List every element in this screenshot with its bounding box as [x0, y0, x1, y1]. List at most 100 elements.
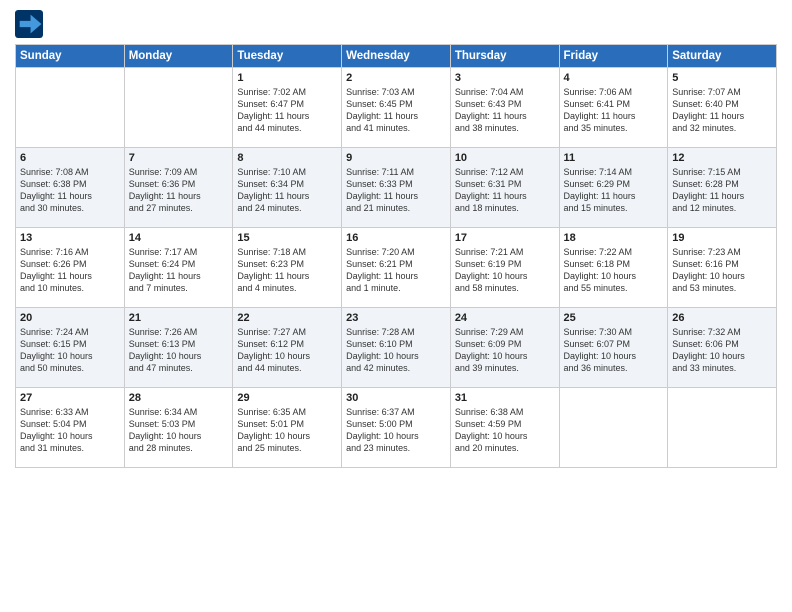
day-info: Sunrise: 7:26 AM Sunset: 6:13 PM Dayligh… — [129, 326, 229, 375]
weekday-header-monday: Monday — [124, 45, 233, 68]
weekday-header-row: SundayMondayTuesdayWednesdayThursdayFrid… — [16, 45, 777, 68]
weekday-header-tuesday: Tuesday — [233, 45, 342, 68]
calendar-cell: 26 Sunrise: 7:32 AM Sunset: 6:06 PM Dayli… — [668, 308, 777, 388]
day-info: Sunrise: 7:09 AM Sunset: 6:36 PM Dayligh… — [129, 166, 229, 215]
calendar-week-row: 20Sunrise: 7:24 AM Sunset: 6:15 PM Dayli… — [16, 308, 777, 388]
calendar-cell: 6 Sunrise: 7:08 AM Sunset: 6:38 PM Daylig… — [16, 148, 125, 228]
calendar-cell: 16 Sunrise: 7:20 AM Sunset: 6:21 PM Dayli… — [342, 228, 451, 308]
weekday-header-thursday: Thursday — [450, 45, 559, 68]
day-info: Sunrise: 7:03 AM Sunset: 6:45 PM Dayligh… — [346, 86, 446, 135]
calendar-cell — [559, 388, 668, 468]
day-info: Sunrise: 7:18 AM Sunset: 6:23 PM Dayligh… — [237, 246, 337, 295]
day-info: Sunrise: 7:08 AM Sunset: 6:38 PM Dayligh… — [20, 166, 120, 215]
day-info: Sunrise: 7:24 AM Sunset: 6:15 PM Dayligh… — [20, 326, 120, 375]
day-info: Sunrise: 7:07 AM Sunset: 6:40 PM Dayligh… — [672, 86, 772, 135]
calendar-cell: 23 Sunrise: 7:28 AM Sunset: 6:10 PM Dayli… — [342, 308, 451, 388]
calendar-week-row: 6 Sunrise: 7:08 AM Sunset: 6:38 PM Daylig… — [16, 148, 777, 228]
calendar-cell: 12Sunrise: 7:15 AM Sunset: 6:28 PM Dayli… — [668, 148, 777, 228]
day-number: 9 — [346, 152, 446, 164]
day-number: 28 — [129, 392, 229, 404]
calendar-cell: 15 Sunrise: 7:18 AM Sunset: 6:23 PM Dayli… — [233, 228, 342, 308]
day-info: Sunrise: 7:04 AM Sunset: 6:43 PM Dayligh… — [455, 86, 555, 135]
day-info: Sunrise: 7:12 AM Sunset: 6:31 PM Dayligh… — [455, 166, 555, 215]
day-info: Sunrise: 7:22 AM Sunset: 6:18 PM Dayligh… — [564, 246, 664, 295]
day-info: Sunrise: 7:06 AM Sunset: 6:41 PM Dayligh… — [564, 86, 664, 135]
calendar-cell: 31 Sunrise: 6:38 AM Sunset: 4:59 PM Dayli… — [450, 388, 559, 468]
day-number: 16 — [346, 232, 446, 244]
day-info: Sunrise: 7:10 AM Sunset: 6:34 PM Dayligh… — [237, 166, 337, 215]
main-container: SundayMondayTuesdayWednesdayThursdayFrid… — [0, 0, 792, 473]
day-info: Sunrise: 7:23 AM Sunset: 6:16 PM Dayligh… — [672, 246, 772, 295]
calendar-cell: 5 Sunrise: 7:07 AM Sunset: 6:40 PM Daylig… — [668, 68, 777, 148]
calendar-cell: 11Sunrise: 7:14 AM Sunset: 6:29 PM Dayli… — [559, 148, 668, 228]
calendar-week-row: 13Sunrise: 7:16 AM Sunset: 6:26 PM Dayli… — [16, 228, 777, 308]
calendar-cell: 29 Sunrise: 6:35 AM Sunset: 5:01 PM Dayli… — [233, 388, 342, 468]
day-number: 26 — [672, 312, 772, 324]
day-number: 21 — [129, 312, 229, 324]
calendar-cell: 14 Sunrise: 7:17 AM Sunset: 6:24 PM Dayli… — [124, 228, 233, 308]
day-number: 19 — [672, 232, 772, 244]
calendar-cell: 24Sunrise: 7:29 AM Sunset: 6:09 PM Dayli… — [450, 308, 559, 388]
day-info: Sunrise: 6:34 AM Sunset: 5:03 PM Dayligh… — [129, 406, 229, 455]
day-number: 11 — [564, 152, 664, 164]
calendar-week-row: 1Sunrise: 7:02 AM Sunset: 6:47 PM Daylig… — [16, 68, 777, 148]
day-info: Sunrise: 7:32 AM Sunset: 6:06 PM Dayligh… — [672, 326, 772, 375]
day-info: Sunrise: 7:17 AM Sunset: 6:24 PM Dayligh… — [129, 246, 229, 295]
day-info: Sunrise: 7:30 AM Sunset: 6:07 PM Dayligh… — [564, 326, 664, 375]
day-number: 1 — [237, 72, 337, 84]
calendar-cell: 1Sunrise: 7:02 AM Sunset: 6:47 PM Daylig… — [233, 68, 342, 148]
calendar-cell: 25 Sunrise: 7:30 AM Sunset: 6:07 PM Dayli… — [559, 308, 668, 388]
calendar-cell: 4 Sunrise: 7:06 AM Sunset: 6:41 PM Daylig… — [559, 68, 668, 148]
calendar-table: SundayMondayTuesdayWednesdayThursdayFrid… — [15, 44, 777, 468]
calendar-cell: 9Sunrise: 7:11 AM Sunset: 6:33 PM Daylig… — [342, 148, 451, 228]
day-number: 6 — [20, 152, 120, 164]
calendar-week-row: 27Sunrise: 6:33 AM Sunset: 5:04 PM Dayli… — [16, 388, 777, 468]
logo — [15, 10, 47, 38]
day-number: 17 — [455, 232, 555, 244]
calendar-cell: 27Sunrise: 6:33 AM Sunset: 5:04 PM Dayli… — [16, 388, 125, 468]
day-info: Sunrise: 7:20 AM Sunset: 6:21 PM Dayligh… — [346, 246, 446, 295]
day-number: 23 — [346, 312, 446, 324]
header — [15, 10, 777, 38]
calendar-cell: 19 Sunrise: 7:23 AM Sunset: 6:16 PM Dayli… — [668, 228, 777, 308]
day-number: 30 — [346, 392, 446, 404]
day-number: 18 — [564, 232, 664, 244]
day-info: Sunrise: 7:16 AM Sunset: 6:26 PM Dayligh… — [20, 246, 120, 295]
day-number: 29 — [237, 392, 337, 404]
day-number: 31 — [455, 392, 555, 404]
day-number: 5 — [672, 72, 772, 84]
day-number: 7 — [129, 152, 229, 164]
calendar-cell: 13Sunrise: 7:16 AM Sunset: 6:26 PM Dayli… — [16, 228, 125, 308]
day-info: Sunrise: 6:38 AM Sunset: 4:59 PM Dayligh… — [455, 406, 555, 455]
day-number: 15 — [237, 232, 337, 244]
day-number: 8 — [237, 152, 337, 164]
day-info: Sunrise: 7:28 AM Sunset: 6:10 PM Dayligh… — [346, 326, 446, 375]
calendar-cell: 30Sunrise: 6:37 AM Sunset: 5:00 PM Dayli… — [342, 388, 451, 468]
day-info: Sunrise: 6:35 AM Sunset: 5:01 PM Dayligh… — [237, 406, 337, 455]
calendar-cell — [16, 68, 125, 148]
day-number: 24 — [455, 312, 555, 324]
logo-icon — [15, 10, 43, 38]
weekday-header-sunday: Sunday — [16, 45, 125, 68]
weekday-header-friday: Friday — [559, 45, 668, 68]
calendar-cell: 7 Sunrise: 7:09 AM Sunset: 6:36 PM Daylig… — [124, 148, 233, 228]
calendar-cell: 3 Sunrise: 7:04 AM Sunset: 6:43 PM Daylig… — [450, 68, 559, 148]
calendar-cell: 28 Sunrise: 6:34 AM Sunset: 5:03 PM Dayli… — [124, 388, 233, 468]
calendar-cell: 20Sunrise: 7:24 AM Sunset: 6:15 PM Dayli… — [16, 308, 125, 388]
weekday-header-wednesday: Wednesday — [342, 45, 451, 68]
day-number: 14 — [129, 232, 229, 244]
day-number: 10 — [455, 152, 555, 164]
calendar-cell — [668, 388, 777, 468]
day-number: 25 — [564, 312, 664, 324]
day-number: 4 — [564, 72, 664, 84]
calendar-cell: 2Sunrise: 7:03 AM Sunset: 6:45 PM Daylig… — [342, 68, 451, 148]
day-number: 3 — [455, 72, 555, 84]
day-info: Sunrise: 7:21 AM Sunset: 6:19 PM Dayligh… — [455, 246, 555, 295]
day-info: Sunrise: 7:27 AM Sunset: 6:12 PM Dayligh… — [237, 326, 337, 375]
calendar-cell: 10 Sunrise: 7:12 AM Sunset: 6:31 PM Dayli… — [450, 148, 559, 228]
day-number: 12 — [672, 152, 772, 164]
calendar-cell: 8 Sunrise: 7:10 AM Sunset: 6:34 PM Daylig… — [233, 148, 342, 228]
calendar-cell: 17 Sunrise: 7:21 AM Sunset: 6:19 PM Dayli… — [450, 228, 559, 308]
day-info: Sunrise: 6:33 AM Sunset: 5:04 PM Dayligh… — [20, 406, 120, 455]
calendar-cell — [124, 68, 233, 148]
